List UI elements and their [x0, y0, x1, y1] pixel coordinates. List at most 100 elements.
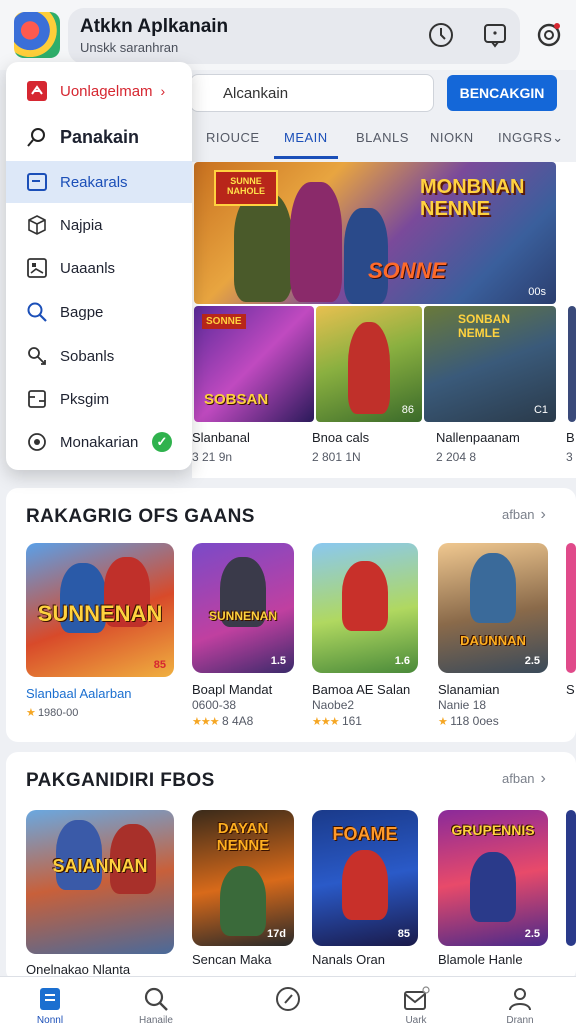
menu-item-uaaanls[interactable]: Uaaanls: [6, 247, 192, 289]
check-icon: ✓: [152, 432, 172, 452]
menu-item-store[interactable]: Uonlagelmam ›: [6, 70, 192, 112]
app-title: Atkkn Aplkanain: [80, 16, 229, 37]
search-input[interactable]: [190, 74, 434, 112]
game-card[interactable]: DAYAN NENNE 17d: [192, 810, 294, 946]
nav-explore[interactable]: [248, 977, 328, 1024]
game-card[interactable]: SAIANNAN: [26, 810, 174, 954]
message-icon: [484, 24, 506, 48]
game-card[interactable]: DAUNNAN 2.5: [438, 543, 548, 673]
menu-item-reakarals[interactable]: Reakarals: [6, 161, 192, 203]
settings-button[interactable]: [534, 20, 564, 50]
folder-icon: [26, 171, 48, 193]
tab-meain[interactable]: MEAIN: [284, 130, 328, 145]
game-name[interactable]: Boapl Mandat: [192, 682, 272, 697]
menu-item-monakarian[interactable]: Monakarian ✓: [6, 421, 192, 463]
menu-item-sobanls[interactable]: Sobanls: [6, 335, 192, 377]
nav-label: Drann: [506, 1015, 534, 1024]
game-card[interactable]: [566, 543, 576, 673]
game-card[interactable]: FOAME 85: [312, 810, 418, 946]
app-header: Atkkn Aplkanain Unskk saranhran: [0, 0, 576, 70]
menu-item-label: Sobanls: [60, 347, 115, 365]
game-name[interactable]: Bamoa AE Salan: [312, 682, 410, 697]
game-name[interactable]: Bnoa cals: [312, 430, 369, 445]
nav-label: Uark: [405, 1015, 427, 1024]
tab-inggrs[interactable]: INGGRS⌄: [498, 130, 564, 146]
game-name[interactable]: Sencan Maka: [192, 952, 272, 967]
nav-search[interactable]: Hanaile: [116, 977, 196, 1024]
featured-banner[interactable]: SUNNE NAHOLE MONBNAN NENNE SONNE 00s: [194, 162, 556, 304]
tab-blanls[interactable]: BLANLS: [356, 130, 409, 145]
chevron-right-icon: ›: [160, 83, 166, 99]
rating-text: 8 4A8: [221, 714, 254, 728]
search-icon: [26, 126, 48, 148]
menu-item-bagpe[interactable]: Bagpe: [6, 291, 192, 333]
hero-badge: SUNNE NAHOLE: [214, 170, 278, 206]
card-art-title: GRUPENNIS: [451, 822, 535, 838]
card-count: 2.5: [524, 928, 540, 940]
game-card[interactable]: SUNNENAN 1.5: [192, 543, 294, 673]
search-icon: [144, 987, 168, 1011]
game-name[interactable]: Slanamian: [438, 682, 499, 697]
bottom-nav: Nonnl Hanaile Uark Drann: [0, 976, 576, 1024]
game-thumb[interactable]: SONBAN NEMLE C1: [424, 306, 556, 422]
thumb-badge: SONNE: [202, 314, 246, 329]
game-thumb[interactable]: [568, 306, 576, 422]
history-button[interactable]: [426, 20, 456, 50]
tab-niokn[interactable]: NIOKN: [430, 130, 474, 145]
nav-label: Nonnl: [36, 1015, 64, 1024]
settings-icon: [537, 23, 561, 47]
card-art-title: DAUNNAN: [460, 633, 526, 648]
link-icon: [26, 345, 48, 367]
star-icon: ★★★: [192, 716, 220, 728]
menu-item-najpia[interactable]: Najpia: [6, 204, 192, 246]
game-rating: ★★★ 161: [312, 714, 362, 728]
cube-icon: [26, 214, 48, 236]
home-icon: [40, 988, 60, 1010]
game-card[interactable]: SUNNENAN 85: [26, 543, 174, 677]
card-count: 2.5: [524, 655, 540, 667]
card-count: 85: [397, 928, 410, 940]
hero-character: [220, 866, 266, 936]
star-icon: ★: [26, 707, 36, 719]
game-card[interactable]: [566, 810, 576, 946]
app-logo[interactable]: [14, 12, 60, 58]
game-name[interactable]: Slanbaal Aalarban: [26, 686, 132, 701]
game-name[interactable]: Nanals Oran: [312, 952, 385, 967]
search-button[interactable]: BENCAKGIN: [447, 75, 557, 111]
side-menu: Uonlagelmam › Panakain Reakarals Najpia …: [6, 62, 192, 470]
menu-item-pksgim[interactable]: Pksgim: [6, 378, 192, 420]
card-art-title: SUNNENAN: [208, 609, 277, 623]
game-name[interactable]: Blamole Hanle: [438, 952, 523, 967]
game-name[interactable]: Slanbanal: [192, 430, 250, 445]
nav-inbox[interactable]: Uark: [376, 977, 456, 1024]
game-thumb[interactable]: 86: [316, 306, 422, 422]
game-meta: 2 204 8: [436, 450, 477, 464]
nav-profile[interactable]: Drann: [480, 977, 560, 1024]
nav-label: Hanaile: [139, 1015, 173, 1024]
see-all-label: afban: [502, 507, 535, 522]
menu-item-label: Pksgim: [60, 390, 110, 408]
game-name[interactable]: B: [566, 430, 575, 445]
game-card[interactable]: GRUPENNIS 2.5: [438, 810, 548, 946]
app-subtitle: Unskk saranhran: [80, 40, 179, 55]
card-count: 17d: [267, 928, 286, 940]
game-card[interactable]: 1.6: [312, 543, 418, 673]
image-icon: [26, 257, 48, 279]
game-name[interactable]: Nallenpaanam: [436, 430, 520, 445]
game-thumb[interactable]: SONNE SOBSAN: [194, 306, 314, 422]
see-all-link[interactable]: afban ›: [502, 506, 546, 524]
tab-rioucee[interactable]: RIOUCE: [206, 130, 260, 145]
game-meta: 3 21 9n: [192, 450, 233, 464]
hero-character: [234, 192, 292, 302]
game-name[interactable]: S: [566, 682, 575, 697]
game-name[interactable]: Onelnakao Nlanta: [26, 962, 130, 977]
menu-item-panakain[interactable]: Panakain: [6, 116, 192, 158]
clock-icon: [429, 23, 453, 47]
nav-home[interactable]: Nonnl: [10, 977, 90, 1024]
card-count: 1.5: [270, 655, 286, 667]
game-meta: 3: [566, 450, 573, 464]
messages-button[interactable]: [480, 20, 510, 50]
see-all-link[interactable]: afban ›: [502, 770, 546, 788]
compass-icon: [276, 987, 300, 1011]
document-icon: [26, 388, 48, 410]
